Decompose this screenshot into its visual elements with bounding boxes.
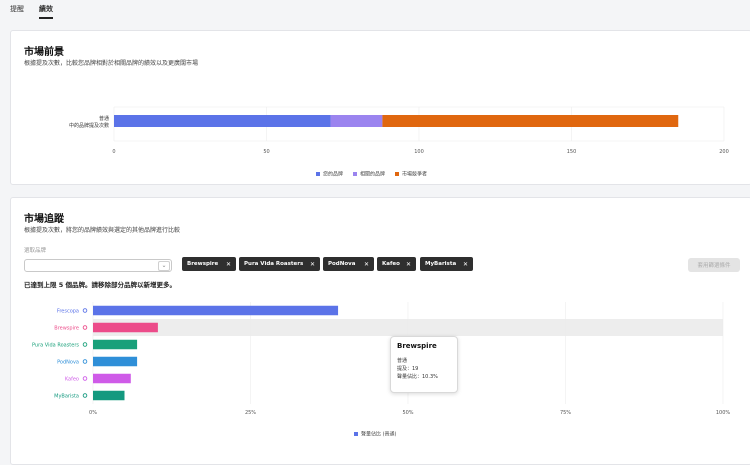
bar: [93, 373, 131, 384]
brand-select-dropdown[interactable]: ⌄: [24, 259, 172, 272]
x-tick-label: 50: [263, 149, 269, 155]
x-tick-label: 50%: [402, 410, 413, 416]
bar: [93, 356, 138, 367]
brand-chip-label: Kafeo: [382, 261, 400, 267]
brand-chip-label: Brewspire: [187, 261, 219, 267]
close-icon[interactable]: ✕: [406, 261, 411, 268]
category-label: PodNova: [57, 360, 79, 366]
category-marker: [82, 359, 88, 364]
category-marker: [82, 393, 88, 398]
category-marker: [82, 325, 88, 330]
legend-label: 您的品牌: [323, 171, 343, 178]
category-marker: [82, 376, 88, 381]
legend-label: 相關的品牌: [360, 171, 385, 178]
market-outlook-card: 市場前景 根據提及次數，比較您品牌相對於相關品牌的績效以及更廣闊市場 普通 中的…: [10, 30, 750, 185]
brand-chip-brewspire: Brewspire ✕: [182, 257, 236, 271]
tab-performance[interactable]: 績效: [39, 4, 53, 14]
brand-chip-mybarista: MyBarista ✕: [420, 257, 473, 271]
brand-select-label: 選取品牌: [24, 248, 47, 254]
brand-chip-label: PodNova: [328, 261, 356, 267]
legend-swatch: [353, 172, 357, 176]
close-icon[interactable]: ✕: [310, 261, 315, 268]
brand-chip-label: MyBarista: [425, 261, 457, 267]
active-tab-indicator: [39, 17, 53, 19]
legend-swatch: [316, 172, 320, 176]
category-label: Brewspire: [54, 326, 79, 332]
category-label: Pura Vida Roasters: [32, 343, 79, 349]
x-tick-label: 100%: [716, 410, 731, 416]
legend-swatch: [354, 432, 358, 436]
apply-filter-button[interactable]: 套用篩選條件: [688, 258, 740, 272]
bar: [93, 339, 138, 350]
tooltip-share: 聲量佔比：10.3%: [397, 374, 438, 380]
brand-chip-pura-vida-roasters: Pura Vida Roasters ✕: [239, 257, 320, 271]
y-axis-label-line1: 普通: [99, 115, 109, 122]
bar-segment-3: [382, 115, 679, 127]
brand-chip-podnova: PodNova ✕: [323, 257, 374, 271]
tooltip-title: Brewspire: [397, 342, 437, 350]
market-outlook-chart: 普通 中的品牌提及次數 0 50 100 150 200 您的品牌 相關的品牌 市場競爭者: [69, 106, 729, 178]
bar-segment-2: [330, 115, 383, 127]
x-tick-label: 25%: [245, 410, 256, 416]
close-icon[interactable]: ✕: [463, 261, 468, 268]
category-label: MyBarista: [54, 394, 79, 400]
x-tick-label: 75%: [560, 410, 571, 416]
x-tick-label: 0%: [89, 410, 97, 416]
tab-alerts[interactable]: 提醒: [10, 4, 24, 14]
bar-segment-1: [114, 115, 331, 127]
tooltip-mentions: 提及：19: [397, 366, 419, 372]
market-tracking-chart: Frescopa Brewspire Pura Vida Roasters PodNo…: [32, 302, 731, 438]
x-tick-label: 200: [719, 149, 729, 155]
close-icon[interactable]: ✕: [226, 261, 231, 268]
category-marker: [82, 308, 88, 313]
brand-chip-label: Pura Vida Roasters: [244, 261, 304, 267]
category-marker: [82, 342, 88, 347]
market-tracking-title: 市場追蹤: [24, 214, 64, 225]
bar: [93, 322, 158, 333]
x-tick-label: 0: [112, 149, 115, 155]
category-label: Kafeo: [65, 377, 79, 383]
brand-chip-kafeo: Kafeo ✕: [377, 257, 416, 271]
close-icon[interactable]: ✕: [364, 261, 369, 268]
category-label: Frescopa: [57, 309, 79, 315]
chevron-down-icon[interactable]: ⌄: [158, 261, 170, 271]
tab-bar: 提醒 績效: [0, 0, 750, 24]
market-tracking-subtitle: 根據提及次數，將您的品牌績效與選定的其他品牌進行比較: [24, 227, 181, 234]
legend-label: 市場競爭者: [402, 171, 427, 178]
x-tick-label: 150: [567, 149, 577, 155]
brand-limit-message: 已達到上限 5 個品牌。請移除部分品牌以新增更多。: [24, 281, 177, 289]
legend-label: 聲量佔比 (普通): [361, 431, 397, 438]
x-tick-label: 100: [414, 149, 424, 155]
market-tracking-card: 市場追蹤 根據提及次數，將您的品牌績效與選定的其他品牌進行比較 選取品牌 ⌄ B…: [10, 197, 750, 465]
chart-tooltip: Brewspire 普通 提及：19 聲量佔比：10.3%: [390, 336, 458, 393]
bar: [93, 305, 339, 316]
bar: [93, 390, 125, 401]
legend-swatch: [395, 172, 399, 176]
y-axis-label-line2: 中的品牌提及次數: [69, 122, 109, 129]
tooltip-category: 普通: [397, 358, 408, 364]
